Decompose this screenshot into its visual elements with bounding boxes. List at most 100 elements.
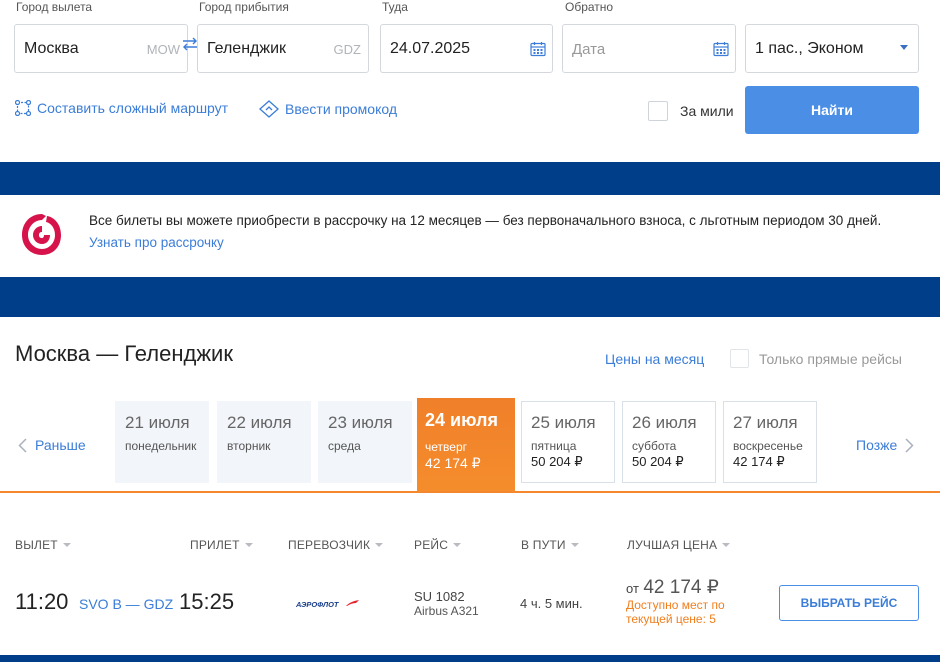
sort-departure[interactable]: ВЫЛЕТ (15, 538, 71, 552)
promo-code-label: Ввести промокод (285, 101, 398, 117)
route-title: Москва — Геленджик (15, 341, 233, 366)
column-header: ПРИЛЕТ (190, 538, 240, 552)
calendar-icon (713, 42, 729, 57)
sort-duration[interactable]: В ПУТИ (521, 538, 579, 552)
miles-label: За мили (680, 103, 734, 119)
day-card-selected[interactable]: 24 июля четверг 42 174 ₽ (417, 398, 515, 492)
day-date: 21 июля (125, 413, 190, 432)
price-prefix: от (626, 581, 639, 596)
return-date-placeholder: Дата (572, 41, 606, 58)
installment-link[interactable]: Узнать про рассрочку (89, 235, 224, 250)
ticket-icon (259, 100, 279, 118)
column-header: ЛУЧШАЯ ЦЕНА (627, 538, 718, 552)
direct-only-toggle[interactable]: Только прямые рейсы (730, 349, 902, 368)
chevron-down-icon (900, 45, 908, 50)
month-prices-link[interactable]: Цены на месяц (605, 351, 704, 367)
sort-carrier[interactable]: ПЕРЕВОЗЧИК (288, 538, 384, 552)
depart-label: Туда (382, 0, 408, 14)
departure-time: 11:20 (15, 589, 69, 614)
column-header: ВЫЛЕТ (15, 538, 58, 552)
chevron-right-icon (905, 437, 914, 453)
day-date: 22 июля (227, 413, 292, 432)
day-date: 25 июля (531, 413, 596, 432)
price-value: 42 174 ₽ (643, 577, 719, 598)
arrival-time: 15:25 (179, 589, 235, 614)
seats-line: текущей цене: 5 (626, 612, 716, 626)
column-header: ПЕРЕВОЗЧИК (288, 538, 371, 552)
selected-date-underline (0, 491, 940, 493)
complex-route-label: Составить сложный маршрут (37, 100, 229, 116)
miles-toggle[interactable]: За мили (648, 101, 734, 121)
day-date: 26 июля (632, 413, 697, 432)
installment-text: Все билеты вы можете приобрести в рассро… (89, 213, 882, 228)
day-card[interactable]: 25 июля пятница 50 204 ₽ (521, 401, 615, 483)
direct-only-checkbox[interactable] (730, 349, 749, 368)
to-city-code: GDZ (333, 42, 361, 57)
sort-caret-icon (722, 543, 731, 547)
airline-logo-text: АЭРОФЛОТ (296, 600, 340, 609)
earlier-label: Раньше (35, 437, 86, 453)
day-price: 42 174 ₽ (425, 455, 481, 471)
day-date: 27 июля (733, 413, 798, 432)
passengers-value: 1 пас., Эконом (755, 40, 864, 57)
depart-date-value: 24.07.2025 (390, 40, 471, 57)
sort-flight[interactable]: РЕЙС (414, 538, 462, 552)
passengers-select[interactable]: 1 пас., Эконом (745, 24, 919, 73)
depart-date-field[interactable]: 24.07.2025 (380, 24, 553, 73)
to-city-field[interactable]: Геленджик GDZ (197, 24, 369, 73)
seats-line: Доступно мест по (626, 598, 725, 612)
brand-band (0, 655, 940, 662)
day-price: 50 204 ₽ (531, 454, 583, 469)
day-card[interactable]: 22 июля вторник (217, 401, 311, 483)
column-header: РЕЙС (414, 538, 449, 552)
sort-caret-icon (244, 543, 253, 547)
sort-caret-icon (570, 543, 579, 547)
day-weekday: понедельник (125, 439, 197, 453)
aircraft-type: Airbus A321 (414, 604, 479, 618)
sort-caret-icon (375, 543, 384, 547)
direct-only-label: Только прямые рейсы (759, 350, 902, 367)
route-codes: SVO B — GDZ (79, 596, 174, 612)
day-weekday: вторник (227, 439, 271, 453)
return-date-field[interactable]: Дата (562, 24, 736, 73)
find-button[interactable]: Найти (745, 86, 919, 134)
from-city-field[interactable]: Москва MOW (14, 24, 188, 73)
flight-number: SU 1082 (414, 589, 465, 604)
day-card[interactable]: 21 июля понедельник (115, 401, 209, 483)
day-card[interactable]: 27 июля воскресенье 42 174 ₽ (723, 401, 817, 483)
sort-caret-icon (62, 543, 71, 547)
day-price: 42 174 ₽ (733, 454, 785, 469)
calendar-icon (530, 42, 546, 57)
miles-checkbox[interactable] (648, 101, 668, 121)
chevron-left-icon (18, 437, 27, 453)
earlier-dates-button[interactable]: Раньше (18, 437, 86, 453)
day-date: 23 июля (328, 413, 393, 432)
select-flight-button[interactable]: ВЫБРАТЬ РЕЙС (779, 585, 919, 621)
flight-duration: 4 ч. 5 мин. (520, 596, 583, 611)
from-city-value: Москва (24, 40, 79, 57)
sort-price[interactable]: ЛУЧШАЯ ЦЕНА (627, 538, 731, 552)
airline-logo-icon: АЭРОФЛОТ (296, 600, 359, 609)
day-card[interactable]: 23 июля среда (318, 401, 412, 483)
later-label: Позже (856, 437, 898, 453)
brand-band (0, 162, 940, 195)
day-weekday: четверг (425, 440, 467, 454)
to-city-value: Геленджик (207, 40, 287, 57)
sort-caret-icon (453, 543, 462, 547)
brand-band (0, 277, 940, 317)
day-card[interactable]: 26 июля суббота 50 204 ₽ (622, 401, 716, 483)
to-label: Город прибытия (199, 0, 289, 14)
from-label: Город вылета (16, 0, 93, 14)
day-date: 24 июля (425, 410, 498, 430)
route-icon (15, 100, 31, 116)
day-weekday: пятница (531, 439, 577, 453)
later-dates-button[interactable]: Позже (856, 437, 914, 453)
promo-code-link[interactable]: Ввести промокод (259, 100, 397, 118)
day-weekday: воскресенье (733, 439, 803, 453)
seats-available: Доступно мест по текущей цене: 5 (626, 598, 725, 626)
day-price: 50 204 ₽ (632, 454, 684, 469)
return-label: Обратно (565, 0, 614, 14)
sort-arrival[interactable]: ПРИЛЕТ (190, 538, 253, 552)
day-weekday: среда (328, 439, 361, 453)
complex-route-link[interactable]: Составить сложный маршрут (15, 100, 228, 116)
